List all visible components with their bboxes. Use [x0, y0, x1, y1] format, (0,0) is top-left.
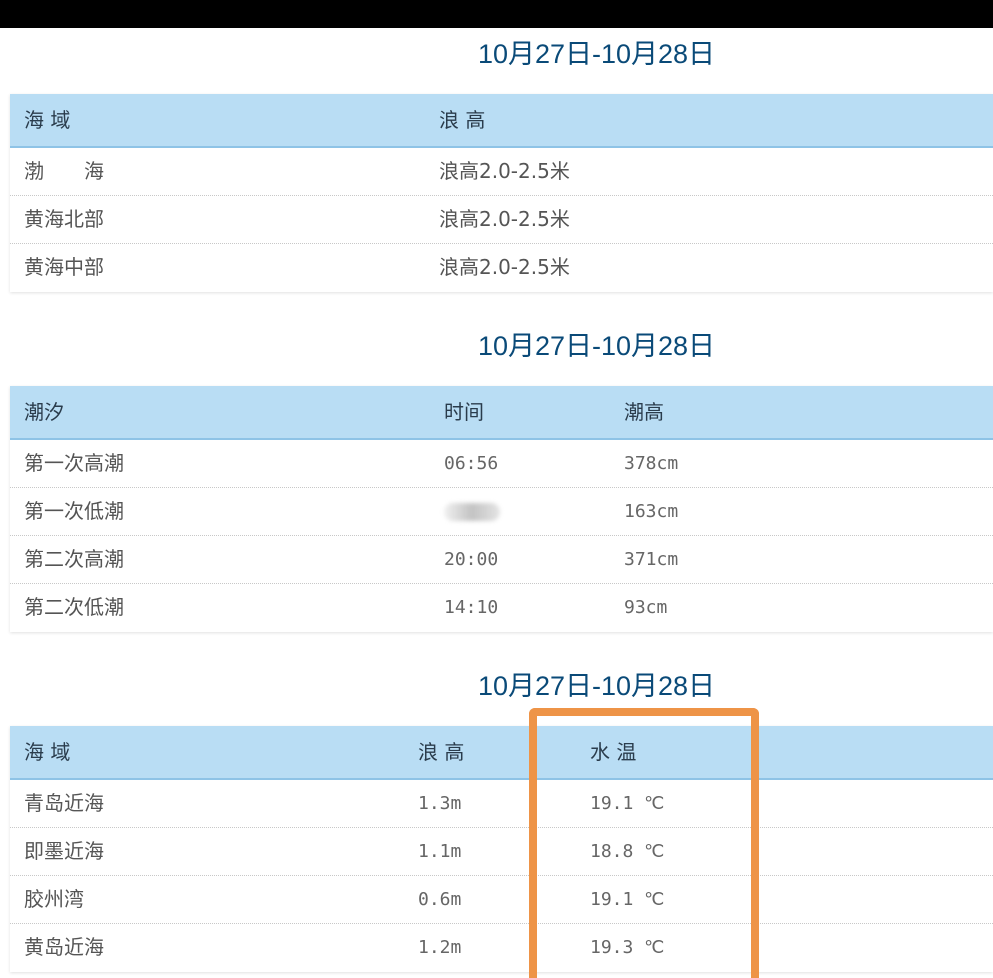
sea-area-cell: 黄岛近海	[24, 935, 104, 959]
tide-height-cell: 371cm	[624, 549, 679, 570]
tide-height-cell: 378cm	[624, 453, 679, 474]
table-row: 第一次低潮 163cm	[10, 488, 993, 536]
wave-height-cell: 0.6m	[418, 889, 462, 910]
section-title-tide: 10月27日-10月28日	[477, 331, 716, 361]
wave-height-cell: 浪高2.0-2.5米	[439, 255, 570, 279]
table-row: 黄海北部 浪高2.0-2.5米	[10, 196, 993, 244]
sea-area-cell: 黄海北部	[24, 207, 104, 231]
water-temp-cell: 19.1 ℃	[590, 889, 665, 910]
tide-cell: 第二次高潮	[24, 547, 124, 571]
header-water-temp: 水 温	[590, 740, 637, 764]
header-tide: 潮汐	[24, 400, 64, 424]
sea-area-cell: 即墨近海	[24, 839, 104, 863]
section-title-nearshore: 10月27日-10月28日	[477, 671, 716, 701]
sea-area-cell: 黄海中部	[24, 255, 104, 279]
blurred-time-cell	[444, 503, 500, 521]
table-row: 青岛近海 1.3m 19.1 ℃	[10, 780, 993, 828]
table-header: 海 域 浪 高	[10, 94, 993, 148]
wave-height-cell: 浪高2.0-2.5米	[439, 207, 570, 231]
top-status-bar	[0, 0, 993, 28]
tide-cell: 第二次低潮	[24, 595, 124, 619]
table-row: 第二次低潮 14:10 93cm	[10, 584, 993, 632]
tide-height-cell: 163cm	[624, 501, 679, 522]
wave-height-cell: 1.3m	[418, 793, 462, 814]
water-temp-cell: 18.8 ℃	[590, 841, 665, 862]
header-wave-height: 浪 高	[418, 740, 465, 764]
table-row: 黄岛近海 1.2m 19.3 ℃	[10, 924, 993, 972]
table-row: 胶州湾 0.6m 19.1 ℃	[10, 876, 993, 924]
sea-area-cell: 胶州湾	[24, 887, 84, 911]
header-sea-area: 海 域	[24, 740, 71, 764]
wave-table: 海 域 浪 高 渤 海 浪高2.0-2.5米 黄海北部 浪高2.0-2.5米 黄…	[10, 94, 993, 292]
tide-height-cell: 93cm	[624, 597, 668, 618]
water-temp-cell: 19.3 ℃	[590, 937, 665, 958]
wave-height-cell: 1.1m	[418, 841, 462, 862]
tide-table: 潮汐 时间 潮高 第一次高潮 06:56 378cm 第一次低潮 163cm 第…	[10, 386, 993, 632]
time-cell: 06:56	[444, 453, 499, 474]
water-temp-cell: 19.1 ℃	[590, 793, 665, 814]
header-tide-height: 潮高	[624, 400, 664, 424]
tide-cell: 第一次低潮	[24, 499, 124, 523]
table-header: 海 域 浪 高 水 温	[10, 726, 993, 780]
table-row: 黄海中部 浪高2.0-2.5米	[10, 244, 993, 292]
table-row: 第一次高潮 06:56 378cm	[10, 440, 993, 488]
wave-height-cell: 浪高2.0-2.5米	[439, 159, 570, 183]
section-title-wave: 10月27日-10月28日	[477, 39, 716, 69]
time-cell: 14:10	[444, 597, 499, 618]
nearshore-table: 海 域 浪 高 水 温 青岛近海 1.3m 19.1 ℃ 即墨近海 1.1m 1…	[10, 726, 993, 972]
sea-area-cell: 渤 海	[24, 159, 104, 183]
header-time: 时间	[444, 400, 484, 424]
header-wave-height: 浪 高	[439, 108, 486, 132]
header-sea-area: 海 域	[24, 108, 71, 132]
table-row: 渤 海 浪高2.0-2.5米	[10, 148, 993, 196]
table-row: 第二次高潮 20:00 371cm	[10, 536, 993, 584]
time-cell: 20:00	[444, 549, 499, 570]
tide-cell: 第一次高潮	[24, 451, 124, 475]
table-header: 潮汐 时间 潮高	[10, 386, 993, 440]
sea-area-cell: 青岛近海	[24, 791, 104, 815]
table-row: 即墨近海 1.1m 18.8 ℃	[10, 828, 993, 876]
wave-height-cell: 1.2m	[418, 937, 462, 958]
